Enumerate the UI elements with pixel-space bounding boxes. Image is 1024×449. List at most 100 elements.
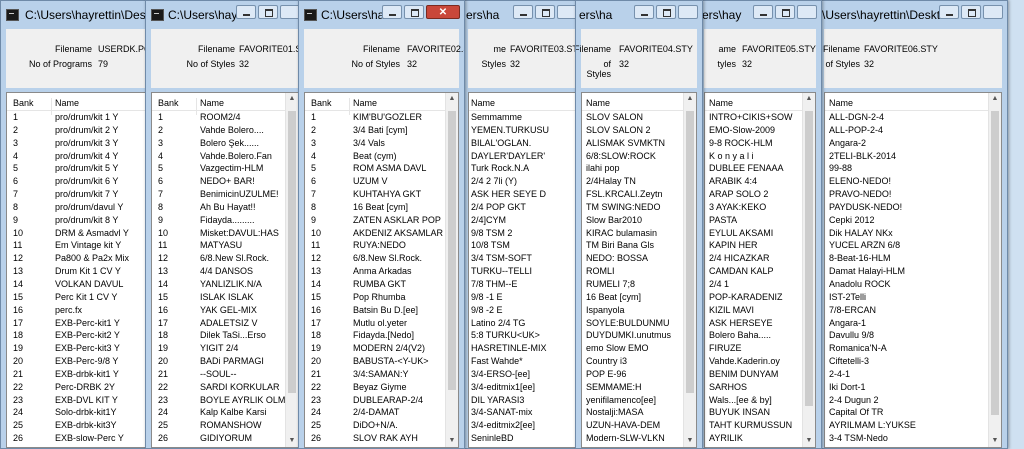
close-button[interactable]: [426, 5, 460, 19]
list-item[interactable]: 13 Drum Kit 1 CV Y: [7, 266, 153, 279]
list-item[interactable]: 10 AKDENIZ AKSAMLAR: [305, 228, 458, 241]
column-header-name[interactable]: Name: [200, 98, 224, 108]
list-item[interactable]: 27 -GEL SARISIN-: [152, 446, 298, 447]
list-item[interactable]: 20 BABUSTA-<Y-UK>: [305, 356, 458, 369]
list-item[interactable]: 1 KIM'BU'GOZLER: [305, 112, 458, 125]
list-item[interactable]: 4 Vahde.Bolero.Fan: [152, 151, 298, 164]
list-item[interactable]: DUBLEE FENAAA: [705, 163, 815, 176]
column-header-name[interactable]: Name: [709, 98, 733, 108]
list-item[interactable]: ALL-DGN-2-4: [825, 112, 1001, 125]
scroll-thumb[interactable]: [686, 111, 694, 393]
list-item[interactable]: RUMELI 7;8: [582, 279, 696, 292]
list-item[interactable]: 20 EXB-Perc-9/8 Y: [7, 356, 153, 369]
minimize-button[interactable]: [939, 5, 959, 19]
scroll-thumb[interactable]: [448, 111, 456, 390]
list-item[interactable]: SeninleBD: [469, 433, 575, 446]
list-item[interactable]: HASRETINLE-MIX: [469, 343, 575, 356]
list-item[interactable]: 2/4 2 7li (Y): [469, 176, 575, 189]
list-item[interactable]: ARAP SOLO 2: [705, 189, 815, 202]
list-item[interactable]: INTRO+CIKIS+SOW: [705, 112, 815, 125]
close-button[interactable]: [983, 5, 1003, 19]
list-item[interactable]: BENIM DUNYAM: [705, 369, 815, 382]
list-item[interactable]: 7/8 THM--E: [469, 279, 575, 292]
scroll-down-arrow[interactable]: ▼: [803, 435, 815, 447]
list-item[interactable]: 15 Pop Rhumba: [305, 292, 458, 305]
column-header-name[interactable]: Name: [471, 98, 495, 108]
list-item[interactable]: K o n y a l i: [705, 151, 815, 164]
list-item[interactable]: 10 DRM & Asmadvl Y: [7, 228, 153, 241]
list-item[interactable]: Slow Bar2010: [582, 215, 696, 228]
list-item[interactable]: CAMDAN KALP: [705, 266, 815, 279]
list-item[interactable]: 4 pro/drum/kit 4 Y: [7, 151, 153, 164]
list-item[interactable]: 26 GIDIYORUM: [152, 433, 298, 446]
scroll-thumb[interactable]: [991, 111, 999, 416]
list-item[interactable]: 27 Samanyolu: [305, 446, 458, 447]
list-item[interactable]: 6 UZUM V: [305, 176, 458, 189]
list-item[interactable]: 14 VOLKAN DAVUL: [7, 279, 153, 292]
scroll-down-arrow[interactable]: ▼: [446, 435, 458, 447]
scroll-down-arrow[interactable]: ▼: [684, 435, 696, 447]
list-item[interactable]: 11 Em Vintage kit Y: [7, 240, 153, 253]
list-item[interactable]: SEMMAME:H: [582, 382, 696, 395]
list-item[interactable]: 9 ZATEN ASKLAR POP: [305, 215, 458, 228]
maximize-button[interactable]: [535, 5, 555, 19]
list-item[interactable]: 18 EXB-Perc-kit2 Y: [7, 330, 153, 343]
list-item[interactable]: Modern-SLW-VLKN: [582, 433, 696, 446]
list-item[interactable]: 21 3/4:SAMAN:Y: [305, 369, 458, 382]
list-item[interactable]: PASTA: [705, 215, 815, 228]
list-item[interactable]: Nostalji:MASA: [582, 407, 696, 420]
list-item[interactable]: 8 Ah Bu Hayat!!: [152, 202, 298, 215]
list-item[interactable]: DUYDUMKI.unutmus: [582, 330, 696, 343]
list-item[interactable]: 22 Perc-DRBK 2Y: [7, 382, 153, 395]
list-item[interactable]: AYRILIK: [705, 433, 815, 446]
list-item[interactable]: EMO-Slow-2009: [705, 125, 815, 138]
list-item[interactable]: 15 Perc Kit 1 CV Y: [7, 292, 153, 305]
style-list[interactable]: Bank Name 1 ROOM2/4 2 Vahde Bolero.... 3 Bolero…: [151, 92, 299, 448]
list-item[interactable]: SLOV SALON: [582, 112, 696, 125]
column-header-name[interactable]: Name: [55, 98, 79, 108]
list-item[interactable]: 3/4-editmix1[ee]: [469, 382, 575, 395]
list-item[interactable]: 11 MATYASU: [152, 240, 298, 253]
list-item[interactable]: TURKU--TELLI: [469, 266, 575, 279]
list-item[interactable]: 2/4 POP GKT: [469, 202, 575, 215]
list-item[interactable]: TAHT KURMUSSUN: [705, 420, 815, 433]
list-item[interactable]: 25 DiDO+N/A.: [305, 420, 458, 433]
list-item[interactable]: 16 Beat [cym]: [582, 292, 696, 305]
list-item[interactable]: 16 perc.fx: [7, 305, 153, 318]
window-3[interactable]: C:\Users\ha Filename FAVORITE02.STY No of S…: [298, 0, 465, 449]
title-bar[interactable]: ers\ha: [576, 1, 702, 29]
column-header-name[interactable]: Name: [586, 98, 610, 108]
list-item[interactable]: DAYLER'DAYLER': [469, 151, 575, 164]
list-item[interactable]: FIRUZE: [705, 343, 815, 356]
title-bar[interactable]: C:\Users\ha: [299, 1, 464, 29]
list-item[interactable]: POP E-96: [582, 369, 696, 382]
list-item[interactable]: FSL.KRCALI.Zeytn: [582, 189, 696, 202]
vertical-scrollbar[interactable]: ▲ ▼: [445, 93, 458, 447]
list-item[interactable]: Latino 2/4 TG: [469, 318, 575, 331]
list-item[interactable]: 3/4 TSM-SOFT: [469, 253, 575, 266]
list-item[interactable]: 2 3/4 Bati [cym]: [305, 125, 458, 138]
vertical-scrollbar[interactable]: ▲ ▼: [285, 93, 298, 447]
title-bar[interactable]: ers\hay: [699, 1, 821, 29]
window-6[interactable]: ers\hay ame FAVORITE05.STY tyles 32 Name INTRO…: [698, 0, 822, 449]
list-item[interactable]: 2/4]CYM: [469, 215, 575, 228]
list-item[interactable]: ASK HERSEYE: [705, 318, 815, 331]
list-item[interactable]: 15 ISLAK ISLAK: [152, 292, 298, 305]
list-item[interactable]: 3/4-ERSO-[ee]: [469, 369, 575, 382]
list-item[interactable]: 27 Perc-Askeri1 Y: [7, 446, 153, 447]
list-item[interactable]: 26 SLOV RAK AYH: [305, 433, 458, 446]
list-item[interactable]: ASK HER SEYE D: [469, 189, 575, 202]
list-item[interactable]: SARHOS: [705, 382, 815, 395]
list-item[interactable]: 25 EXB-drbk-kit3Y: [7, 420, 153, 433]
list-item[interactable]: 8 pro/drum/davul Y: [7, 202, 153, 215]
style-list[interactable]: Name INTRO+CIKIS+SOW EMO-Slow-2009 9-8 ROCK…: [704, 92, 816, 448]
scroll-up-arrow[interactable]: ▲: [989, 93, 1001, 105]
close-button[interactable]: [678, 5, 698, 19]
list-item[interactable]: 12 6/8.New Sl.Rock.: [305, 253, 458, 266]
list-item[interactable]: ALISMAK SVMKTN: [582, 138, 696, 151]
list-item[interactable]: KIRAC bulamasin: [582, 228, 696, 241]
list-item[interactable]: 25 ROMANSHOW: [152, 420, 298, 433]
list-item[interactable]: Iki Dort-1: [825, 382, 1001, 395]
scroll-down-arrow[interactable]: ▼: [286, 435, 298, 447]
list-item[interactable]: 9/8 -1 E: [469, 292, 575, 305]
